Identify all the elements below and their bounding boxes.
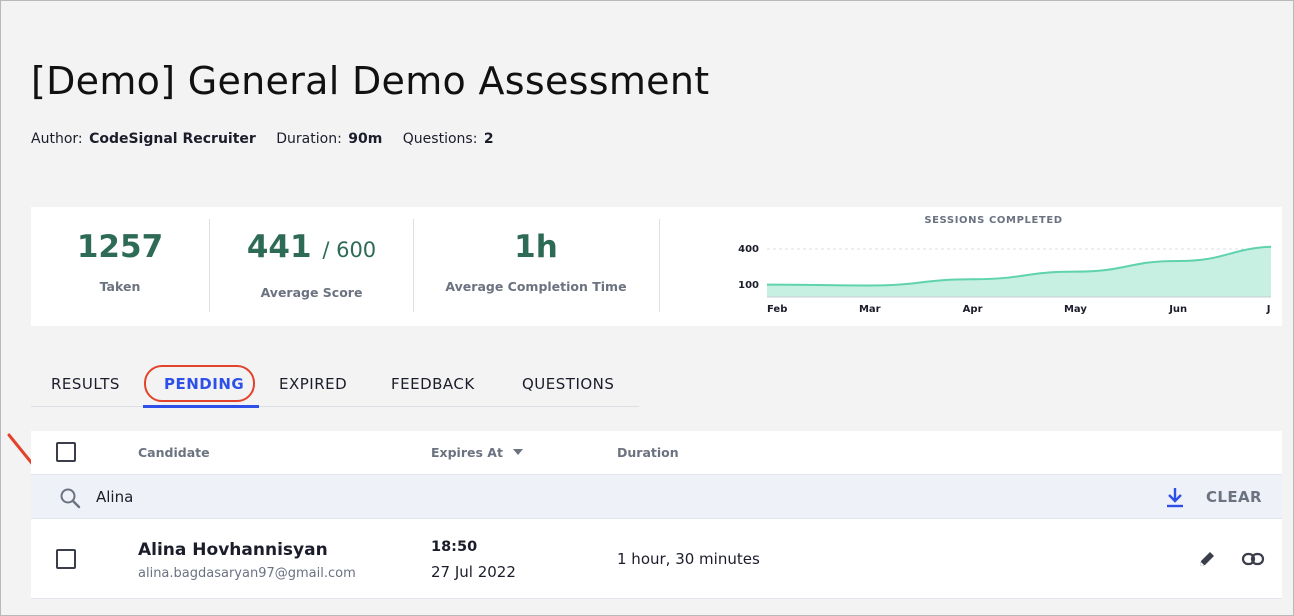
pencil-icon[interactable] [1197,549,1217,569]
chart-y-tick: 100 [738,280,759,291]
tab-questions[interactable]: QUESTIONS [522,375,614,393]
chart-y-tick: 400 [738,244,759,255]
active-tab-indicator [143,405,259,408]
chart-x-tick: Jun [1168,304,1187,315]
stat-average-time-label: Average Completion Time [445,279,627,294]
row-duration: 1 hour, 30 minutes [617,550,760,568]
chart-x-tick: May [1064,304,1087,315]
caret-down-icon[interactable] [513,448,523,456]
sessions-chart: 400 100 Feb Mar Apr May Jun Jul [738,244,1271,315]
stat-taken-label: Taken [99,279,141,294]
search-row: Alina CLEAR [31,474,1282,519]
tab-bar: RESULTS PENDING EXPIRED FEEDBACK QUESTIO… [31,363,639,408]
duration-label: Duration: [276,131,342,147]
expires-date: 27 Jul 2022 [431,563,516,581]
select-all-checkbox[interactable] [56,442,76,462]
stat-taken-value: 1257 [76,229,164,265]
column-duration[interactable]: Duration [617,445,679,460]
app-window: [Demo] General Demo Assessment Author: C… [0,0,1294,616]
search-input[interactable]: Alina [96,488,133,506]
expires-time: 18:50 [431,539,478,555]
candidate-email: alina.bagdasaryan97@gmail.com [138,566,356,581]
stat-average-score: 441 / 600 Average Score [210,207,413,326]
stat-taken: 1257 Taken [31,207,209,326]
author-label: Author: [31,131,83,147]
download-icon[interactable] [1165,487,1185,509]
table-header: Candidate Expires At Duration [31,431,1282,474]
chart-x-tick: Apr [963,304,983,315]
stat-average-time: 1h Average Completion Time [414,207,658,326]
chart-x-tick: Mar [859,304,881,315]
candidate-name[interactable]: Alina Hovhannisyan [138,540,328,560]
search-icon [60,488,81,509]
chart-area [767,246,1271,297]
tab-results[interactable]: RESULTS [51,375,120,393]
average-score-number: 441 [246,229,312,265]
tab-feedback[interactable]: FEEDBACK [391,375,475,393]
chart-x-tick: Feb [767,304,787,315]
link-icon[interactable] [1241,549,1265,569]
table-row[interactable]: Alina Hovhannisyan alina.bagdasaryan97@g… [31,519,1282,599]
column-candidate[interactable]: Candidate [138,445,210,460]
clear-button[interactable]: CLEAR [1206,488,1262,506]
stat-average-score-value: 441 / 600 [210,229,413,265]
chart-x-tick: Jul [1266,304,1271,315]
average-score-max: / 600 [322,238,377,262]
row-checkbox[interactable] [56,549,76,569]
column-expires-at[interactable]: Expires At [431,445,503,460]
stat-average-time-value: 1h [514,229,558,265]
stat-divider [659,219,660,312]
tab-expired[interactable]: EXPIRED [279,375,347,393]
page-title: [Demo] General Demo Assessment [31,59,710,103]
duration-value: 90m [348,131,383,147]
questions-value: 2 [483,131,494,147]
assessment-meta: Author: CodeSignal Recruiter Duration: 9… [31,131,510,147]
annotation-ring [144,365,255,402]
questions-label: Questions: [402,131,478,147]
chart-title: SESSIONS COMPLETED [924,215,1063,226]
stats-card: 1257 Taken 441 / 600 Average Score 1h Av… [31,207,1282,326]
stat-average-score-label: Average Score [260,285,363,300]
author-value: CodeSignal Recruiter [89,131,256,147]
